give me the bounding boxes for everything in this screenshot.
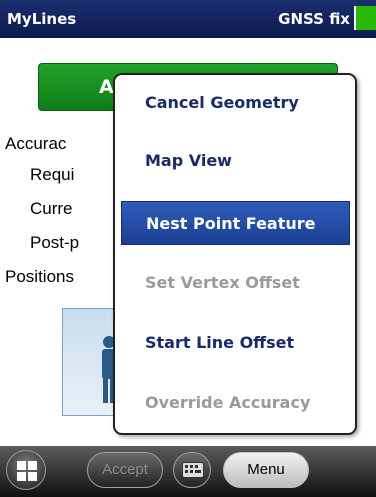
title-bar: MyLines GNSS fix [0,0,376,38]
positions-label: Positions [5,267,74,286]
menu-item-start-line-offset[interactable]: Start Line Offset [121,321,350,365]
menu-item-set-vertex-offset: Set Vertex Offset [145,273,300,292]
context-menu: Cancel Geometry Map View Nest Point Feat… [113,73,357,435]
gnss-fix-indicator [354,6,376,30]
post-processing-label: Post-p [30,233,80,252]
menu-item-cancel-geometry[interactable]: Cancel Geometry [121,81,350,125]
taskbar: Accept Menu [0,446,376,497]
accept-softkey: Accept [87,452,163,488]
windows-logo-icon [17,461,37,481]
green-button-label: A [99,76,114,98]
menu-item-nest-point-feature[interactable]: Nest Point Feature [121,201,350,245]
keyboard-icon [182,462,204,478]
menu-item-map-view[interactable]: Map View [121,139,350,183]
required-accuracy-label: Requi [30,165,75,184]
current-accuracy-label: Curre [30,199,73,218]
start-button[interactable] [6,450,46,490]
accuracy-label: Accurac [5,134,67,153]
app-title: MyLines [7,10,77,28]
menu-item-override-accuracy: Override Accuracy [145,393,311,412]
menu-softkey[interactable]: Menu [223,452,309,488]
keyboard-button[interactable] [173,452,211,488]
gnss-status-label: GNSS fix [278,10,350,28]
